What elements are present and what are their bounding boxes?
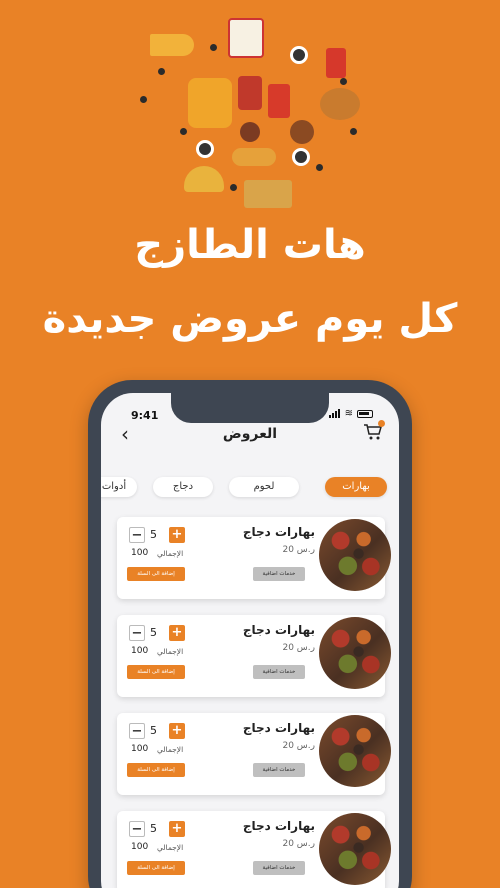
total-label: الإجمالي — [157, 647, 184, 656]
product-price: 20 ر.س — [282, 545, 315, 555]
plus-icon[interactable]: + — [169, 723, 185, 739]
minus-icon[interactable]: − — [129, 527, 145, 543]
pepper-dot — [140, 96, 147, 103]
battery-icon — [357, 409, 373, 418]
plus-icon[interactable]: + — [169, 625, 185, 641]
add-to-cart-button[interactable]: إضافة الى السلة — [127, 763, 185, 777]
extra-services-button[interactable]: خدمات اضافية — [253, 861, 305, 875]
product-price: 20 ر.س — [282, 643, 315, 653]
total-value: 100 — [131, 548, 149, 558]
product-card: بهارات دجاج 20 ر.س خدمات اضافية + 5 − ال… — [117, 517, 391, 599]
fries-icon — [268, 84, 290, 118]
sushi-icon — [290, 46, 308, 64]
food-illustration — [140, 8, 365, 213]
product-name: بهارات دجاج — [242, 623, 315, 637]
noodle-box-icon — [228, 18, 264, 58]
coffee-cup-icon — [238, 76, 262, 110]
pizza-slice-icon — [150, 34, 194, 56]
minus-icon[interactable]: − — [129, 821, 145, 837]
product-image — [319, 813, 391, 885]
add-to-cart-button[interactable]: إضافة الى السلة — [127, 665, 185, 679]
pepper-dot — [340, 78, 347, 85]
muffin-icon — [240, 122, 260, 142]
pepper-dot — [316, 164, 323, 171]
total-value: 100 — [131, 744, 149, 754]
status-icons: ≋ — [328, 408, 373, 419]
product-price: 20 ر.س — [282, 839, 315, 849]
headline-secondary: كل يوم عروض جديدة — [42, 296, 458, 342]
signal-icon — [328, 409, 341, 418]
quantity-value: 5 — [150, 528, 157, 541]
phone-screen: 9:41 ≋ ‹ العروض بهارات لحوم دجاج أدوات ب… — [101, 393, 399, 888]
page-title: العروض — [222, 426, 278, 442]
pepper-dot — [210, 44, 217, 51]
headline-primary: هات الطازج — [134, 222, 366, 268]
chicken-bucket-icon — [188, 78, 232, 128]
extra-services-button[interactable]: خدمات اضافية — [253, 567, 305, 581]
product-name: بهارات دجاج — [242, 819, 315, 833]
pepper-dot — [180, 128, 187, 135]
cart-icon[interactable] — [363, 420, 385, 441]
total-value: 100 — [131, 646, 149, 656]
product-image — [319, 617, 391, 689]
taco-icon — [184, 166, 224, 192]
product-card: بهارات دجاج 20 ر.س خدمات اضافية + 5 − ال… — [117, 713, 391, 795]
sandwich-icon — [244, 180, 292, 208]
total-label: الإجمالي — [157, 745, 184, 754]
phone-notch — [171, 393, 329, 423]
pepper-dot — [350, 128, 357, 135]
plus-icon[interactable]: + — [169, 821, 185, 837]
total-value: 100 — [131, 842, 149, 852]
tab-spices[interactable]: بهارات — [325, 477, 387, 497]
plus-icon[interactable]: + — [169, 527, 185, 543]
tab-tools[interactable]: أدوات — [101, 477, 137, 497]
quantity-value: 5 — [150, 724, 157, 737]
minus-icon[interactable]: − — [129, 625, 145, 641]
sushi-icon — [196, 140, 214, 158]
add-to-cart-button[interactable]: إضافة الى السلة — [127, 567, 185, 581]
product-name: بهارات دجاج — [242, 525, 315, 539]
soda-cup-icon — [326, 48, 346, 78]
product-card: بهارات دجاج 20 ر.س خدمات اضافية + 5 − ال… — [117, 615, 391, 697]
product-card: بهارات دجاج 20 ر.س خدمات اضافية + 5 − ال… — [117, 811, 391, 888]
pepper-dot — [158, 68, 165, 75]
sushi-icon — [292, 148, 310, 166]
product-price: 20 ر.س — [282, 741, 315, 751]
product-image — [319, 715, 391, 787]
quantity-value: 5 — [150, 822, 157, 835]
wifi-icon: ≋ — [344, 408, 353, 419]
category-tabs: بهارات لحوم دجاج أدوات — [101, 477, 399, 499]
product-name: بهارات دجاج — [242, 721, 315, 735]
total-label: الإجمالي — [157, 843, 184, 852]
donut-icon — [290, 120, 314, 144]
status-time: 9:41 — [131, 409, 159, 422]
tab-meat[interactable]: لحوم — [229, 477, 299, 497]
cart-badge — [378, 420, 385, 427]
phone-mockup: 9:41 ≋ ‹ العروض بهارات لحوم دجاج أدوات ب… — [88, 380, 412, 888]
product-image — [319, 519, 391, 591]
hot-dog-icon — [232, 148, 276, 166]
extra-services-button[interactable]: خدمات اضافية — [253, 763, 305, 777]
minus-icon[interactable]: − — [129, 723, 145, 739]
quantity-value: 5 — [150, 626, 157, 639]
burger-icon — [320, 88, 360, 120]
total-label: الإجمالي — [157, 549, 184, 558]
extra-services-button[interactable]: خدمات اضافية — [253, 665, 305, 679]
tab-chicken[interactable]: دجاج — [153, 477, 213, 497]
pepper-dot — [230, 184, 237, 191]
add-to-cart-button[interactable]: إضافة الى السلة — [127, 861, 185, 875]
